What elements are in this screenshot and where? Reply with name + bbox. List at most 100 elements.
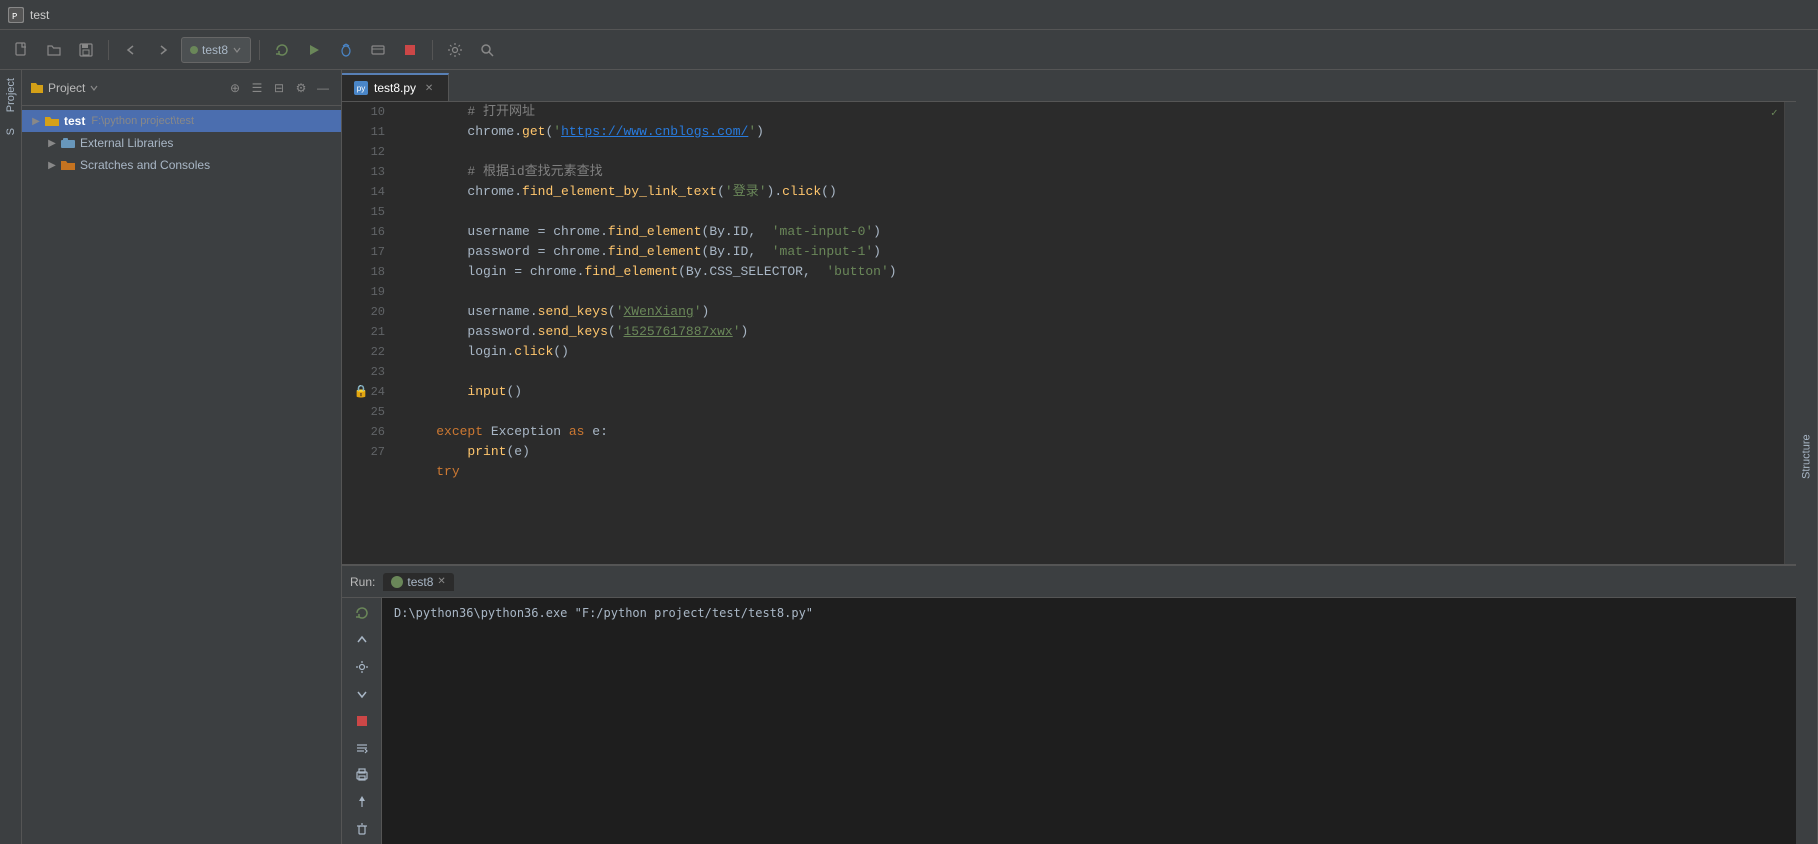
sidebar-tree: ▶ test F:\python project\test ▶ External… [22, 106, 341, 844]
sidebar-actions: ⊕ ☰ ⊟ ⚙ — [225, 78, 333, 98]
right-gutter: ✓ [1770, 102, 1784, 564]
project-label[interactable]: Project [5, 70, 17, 120]
sidebar-settings-btn[interactable]: ⚙ [291, 78, 311, 98]
arrow-icon-ext: ▶ [46, 137, 58, 149]
vertical-scrollbar[interactable] [1784, 102, 1796, 564]
line-num-27: 27 [342, 442, 397, 462]
run-up-btn[interactable] [348, 629, 376, 652]
run-down-btn[interactable] [348, 683, 376, 706]
run-panel-body: D:\python36\python36.exe "F:/python proj… [342, 598, 1796, 844]
code-line-26: except Exception as e: [397, 422, 1770, 442]
run-print-btn[interactable] [348, 763, 376, 786]
back-btn[interactable] [117, 36, 145, 64]
run-btn[interactable] [300, 36, 328, 64]
run-sidebar [342, 598, 382, 844]
sidebar-close-btn[interactable]: — [313, 78, 333, 98]
run-stop-btn[interactable] [348, 710, 376, 733]
editor-area: py test8.py ✕ 10 11 12 13 14 15 16 17 18… [342, 70, 1796, 844]
run-rerun-btn[interactable] [348, 602, 376, 625]
ext-libs-icon [60, 137, 76, 149]
python-file-icon: py [354, 81, 368, 95]
gutter-check-icon: ✓ [1771, 106, 1783, 118]
tab-test8-py[interactable]: py test8.py ✕ [342, 73, 449, 101]
line-num-28 [342, 462, 397, 482]
tab-label: test8.py [374, 81, 416, 95]
run-settings-btn[interactable] [348, 656, 376, 679]
sidebar-collapse-btn[interactable]: ☰ [247, 78, 267, 98]
line-num-26: 26 [342, 422, 397, 442]
line-num-25: 25 [342, 402, 397, 422]
run-pin-btn[interactable] [348, 790, 376, 813]
code-line-13: # 根据id查找元素查找 [397, 162, 1770, 182]
open-btn[interactable] [40, 36, 68, 64]
line-num-14: 14 [342, 182, 397, 202]
project-sidebar: Project ⊕ ☰ ⊟ ⚙ — ▶ test F:\python proje… [22, 70, 342, 844]
run-tab-label: test8 [407, 575, 433, 589]
code-editor: 10 11 12 13 14 15 16 17 18 19 20 21 22 2… [342, 102, 1796, 564]
line-num-20: 20 [342, 302, 397, 322]
line-num-16: 16 [342, 222, 397, 242]
run-tab-icon [391, 576, 403, 588]
debug-btn[interactable] [332, 36, 360, 64]
settings-btn[interactable] [441, 36, 469, 64]
code-line-19 [397, 282, 1770, 302]
line-num-13: 13 [342, 162, 397, 182]
run-tab[interactable]: test8 ✕ [383, 573, 453, 591]
line-num-11: 11 [342, 122, 397, 142]
line-num-22: 22 [342, 342, 397, 362]
coverage-btn[interactable] [364, 36, 392, 64]
toolbar: test8 [0, 30, 1818, 70]
tree-item-ext-libs[interactable]: ▶ External Libraries [22, 132, 341, 154]
line-numbers: 10 11 12 13 14 15 16 17 18 19 20 21 22 2… [342, 102, 397, 564]
arrow-icon-scratches: ▶ [46, 159, 58, 171]
stop-btn[interactable] [396, 36, 424, 64]
tree-item-label: test [64, 114, 85, 128]
code-line-14: chrome.find_element_by_link_text('登录').c… [397, 182, 1770, 202]
sidebar-expand-btn[interactable]: ⊟ [269, 78, 289, 98]
sidebar-locate-btn[interactable]: ⊕ [225, 78, 245, 98]
sidebar-header: Project ⊕ ☰ ⊟ ⚙ — [22, 70, 341, 106]
save-btn[interactable] [72, 36, 100, 64]
svg-text:P: P [12, 12, 17, 22]
run-config[interactable]: test8 [181, 37, 251, 63]
code-line-23 [397, 362, 1770, 382]
code-line-22: login.click() [397, 342, 1770, 362]
tab-bar: py test8.py ✕ [342, 70, 1796, 102]
code-line-15 [397, 202, 1770, 222]
run-panel: Run: test8 ✕ [342, 564, 1796, 844]
line-num-21: 21 [342, 322, 397, 342]
line-num-12: 12 [342, 142, 397, 162]
run-clear-btn[interactable] [348, 817, 376, 840]
run-tab-close[interactable]: ✕ [437, 576, 445, 587]
code-line-21: password.send_keys('15257617887xwx') [397, 322, 1770, 342]
code-line-24: input() [397, 382, 1770, 402]
line-num-23: 23 [342, 362, 397, 382]
scratches-label: Scratches and Consoles [80, 158, 210, 172]
tree-item-root[interactable]: ▶ test F:\python project\test [22, 110, 341, 132]
run-label: Run: [350, 575, 375, 589]
run-dump-btn[interactable] [348, 736, 376, 759]
left-panel-strip: Project S [0, 70, 22, 844]
structure-panel-label[interactable]: Structure [1796, 70, 1818, 844]
tree-item-path: F:\python project\test [91, 115, 194, 127]
scratches-icon [60, 159, 76, 171]
rerun-btn[interactable] [268, 36, 296, 64]
arrow-icon: ▶ [30, 115, 42, 127]
window-title: test [30, 8, 49, 22]
line-num-18: 18 [342, 262, 397, 282]
code-line-28: try [397, 462, 1770, 482]
search-btn[interactable] [473, 36, 501, 64]
new-file-btn[interactable] [8, 36, 36, 64]
ext-libs-label: External Libraries [80, 136, 173, 150]
tree-item-scratches[interactable]: ▶ Scratches and Consoles [22, 154, 341, 176]
s-label[interactable]: S [5, 120, 17, 143]
code-content[interactable]: # 打开网址 chrome.get('https://www.cnblogs.c… [397, 102, 1770, 564]
code-line-17: password = chrome.find_element(By.ID, 'm… [397, 242, 1770, 262]
code-line-10: # 打开网址 [397, 102, 1770, 122]
forward-btn[interactable] [149, 36, 177, 64]
title-bar: P test [0, 0, 1818, 30]
tab-close-btn[interactable]: ✕ [422, 81, 436, 95]
line-num-17: 17 [342, 242, 397, 262]
run-panel-header: Run: test8 ✕ [342, 566, 1796, 598]
run-config-label: test8 [202, 43, 228, 57]
